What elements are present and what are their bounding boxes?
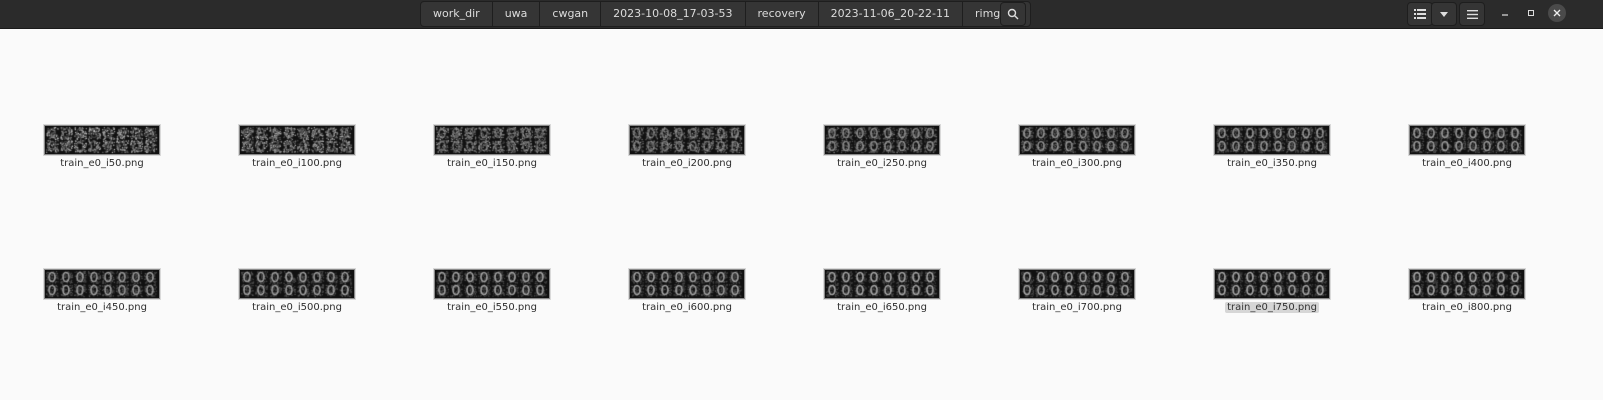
- file-name: train_e0_i100.png: [252, 158, 342, 169]
- file-item[interactable]: train_e0_i100.png: [217, 125, 377, 169]
- minimize-button[interactable]: [1496, 4, 1514, 22]
- file-item[interactable]: train_e0_i550.png: [412, 269, 572, 313]
- file-name: train_e0_i750.png: [1225, 302, 1319, 313]
- file-thumbnail: [1019, 269, 1135, 299]
- file-name: train_e0_i550.png: [447, 302, 537, 313]
- breadcrumb-label: work_dir: [433, 7, 480, 20]
- file-thumbnail: [1409, 125, 1525, 155]
- file-item[interactable]: train_e0_i700.png: [997, 269, 1157, 313]
- file-name: train_e0_i600.png: [642, 302, 732, 313]
- maximize-button[interactable]: [1522, 4, 1540, 22]
- file-grid: train_e0_i50.png train_e0_i100.png train_e…: [0, 29, 1603, 400]
- file-name: train_e0_i500.png: [252, 302, 342, 313]
- file-thumbnail: [239, 269, 355, 299]
- file-item[interactable]: train_e0_i50.png: [22, 125, 182, 169]
- list-view-icon: [1414, 9, 1426, 19]
- file-thumbnail: [434, 125, 550, 155]
- list-view-button[interactable]: [1407, 2, 1433, 26]
- breadcrumb-label: 2023-10-08_17-03-53: [613, 7, 733, 20]
- file-name: train_e0_i150.png: [447, 158, 537, 169]
- hamburger-menu-icon: [1466, 9, 1478, 19]
- breadcrumb-recovery-date[interactable]: 2023-11-06_20-22-11: [819, 2, 964, 26]
- file-thumbnail: [434, 269, 550, 299]
- breadcrumb-run-date[interactable]: 2023-10-08_17-03-53: [601, 2, 746, 26]
- breadcrumb-label: cwgan: [552, 7, 589, 20]
- file-item[interactable]: train_e0_i650.png: [802, 269, 962, 313]
- breadcrumb-cwgan[interactable]: cwgan: [540, 2, 602, 26]
- file-thumbnail: [239, 125, 355, 155]
- maximize-icon: [1528, 10, 1534, 16]
- file-item[interactable]: train_e0_i350.png: [1192, 125, 1352, 169]
- file-item[interactable]: train_e0_i750.png: [1192, 269, 1352, 313]
- chevron-down-icon: [1440, 11, 1448, 17]
- close-button[interactable]: [1548, 4, 1566, 22]
- file-name: train_e0_i700.png: [1032, 302, 1122, 313]
- file-name: train_e0_i350.png: [1227, 158, 1317, 169]
- file-name: train_e0_i50.png: [60, 158, 144, 169]
- file-item[interactable]: train_e0_i800.png: [1387, 269, 1547, 313]
- file-item[interactable]: train_e0_i450.png: [22, 269, 182, 313]
- file-thumbnail: [629, 269, 745, 299]
- search-icon: [1007, 8, 1019, 20]
- view-options-button[interactable]: [1431, 2, 1457, 26]
- file-name: train_e0_i250.png: [837, 158, 927, 169]
- breadcrumb-label: recovery: [757, 7, 806, 20]
- file-name: train_e0_i800.png: [1422, 302, 1512, 313]
- breadcrumb-label: 2023-11-06_20-22-11: [830, 7, 951, 20]
- path-bar: work_dir uwa cwgan 2023-10-08_17-03-53 r…: [420, 1, 1032, 27]
- file-thumbnail: [1214, 125, 1330, 155]
- breadcrumb-label: uwa: [504, 7, 528, 20]
- file-thumbnail: [629, 125, 745, 155]
- file-name: train_e0_i650.png: [837, 302, 927, 313]
- file-thumbnail: [44, 125, 160, 155]
- file-item[interactable]: train_e0_i150.png: [412, 125, 572, 169]
- file-thumbnail: [1019, 125, 1135, 155]
- file-name: train_e0_i400.png: [1422, 158, 1512, 169]
- file-item[interactable]: train_e0_i200.png: [607, 125, 767, 169]
- header-bar: work_dir uwa cwgan 2023-10-08_17-03-53 r…: [0, 0, 1603, 29]
- file-name: train_e0_i200.png: [642, 158, 732, 169]
- file-thumbnail: [44, 269, 160, 299]
- file-name: train_e0_i450.png: [57, 302, 147, 313]
- file-item[interactable]: train_e0_i250.png: [802, 125, 962, 169]
- file-thumbnail: [1214, 269, 1330, 299]
- breadcrumb-label: rimg: [975, 7, 1001, 20]
- file-item[interactable]: train_e0_i400.png: [1387, 125, 1547, 169]
- search-button[interactable]: [1000, 2, 1026, 26]
- file-item[interactable]: train_e0_i500.png: [217, 269, 377, 313]
- file-thumbnail: [824, 125, 940, 155]
- minimize-icon: [1502, 14, 1508, 16]
- breadcrumb-recovery[interactable]: recovery: [746, 2, 819, 26]
- close-icon: [1553, 9, 1561, 17]
- main-menu-button[interactable]: [1459, 2, 1485, 26]
- breadcrumb-work-dir[interactable]: work_dir: [421, 2, 493, 26]
- file-item[interactable]: train_e0_i600.png: [607, 269, 767, 313]
- breadcrumb-uwa[interactable]: uwa: [493, 2, 541, 26]
- file-item[interactable]: train_e0_i300.png: [997, 125, 1157, 169]
- file-thumbnail: [824, 269, 940, 299]
- file-name: train_e0_i300.png: [1032, 158, 1122, 169]
- file-thumbnail: [1409, 269, 1525, 299]
